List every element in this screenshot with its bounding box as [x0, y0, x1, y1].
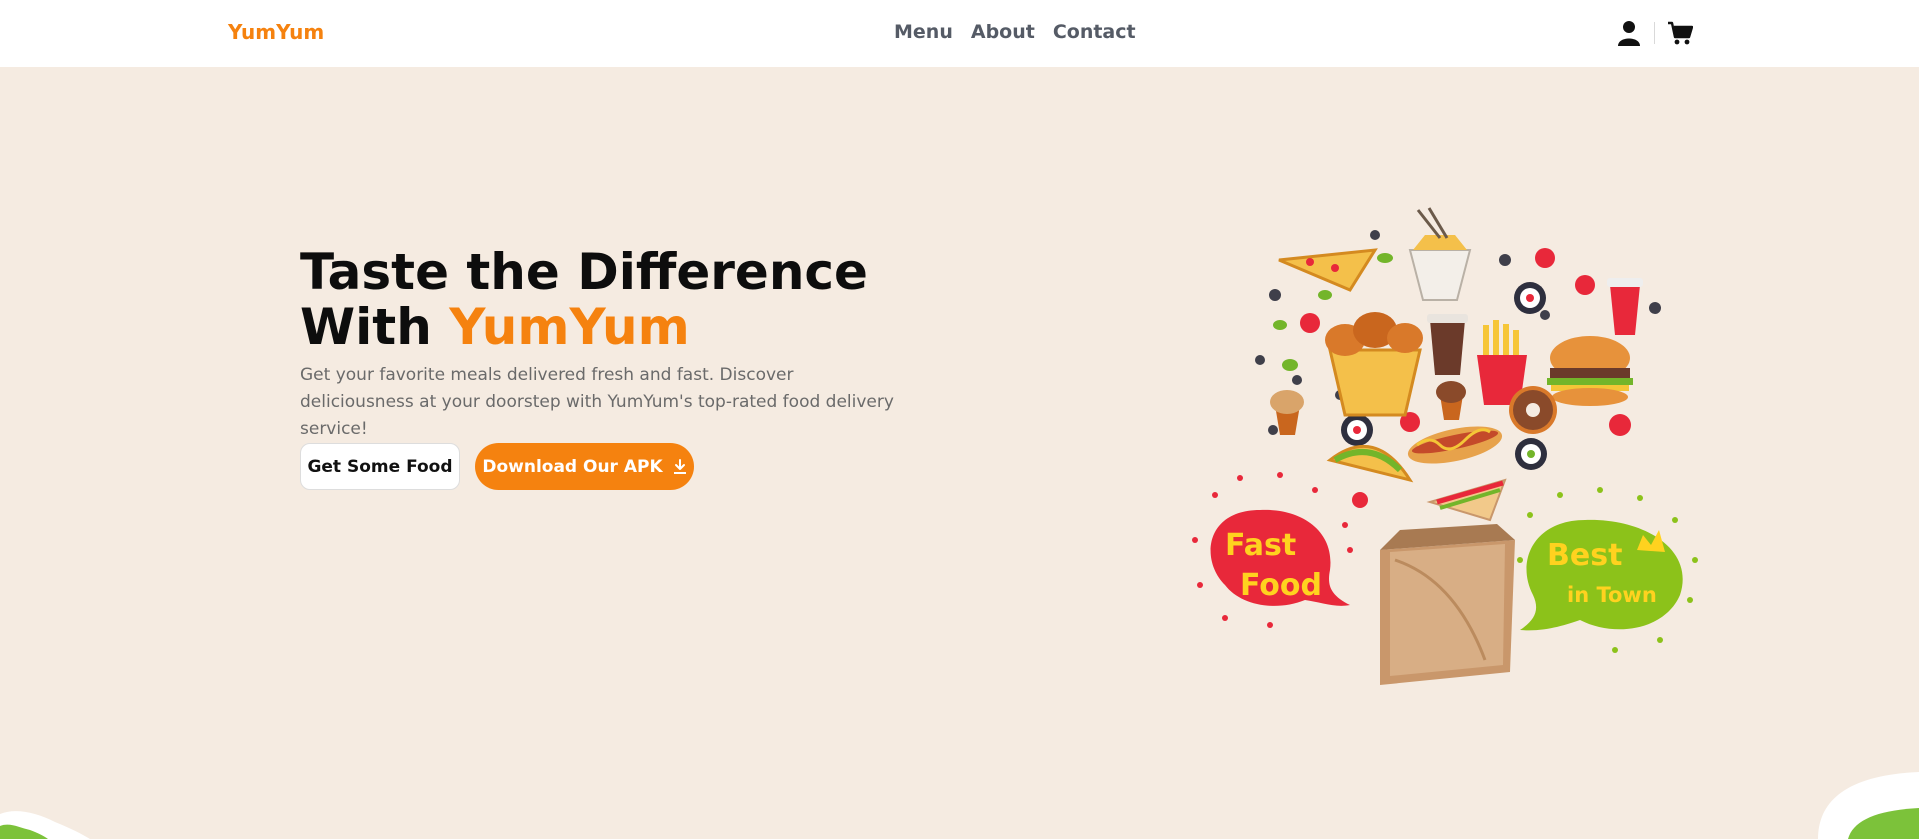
hero-title-prefix: With	[300, 298, 432, 356]
nav-links: Menu About Contact	[894, 21, 1136, 43]
hero-title-line1: Taste the Difference	[300, 243, 868, 301]
nav-link-about[interactable]: About	[971, 21, 1035, 43]
hero-title-brand: YumYum	[449, 298, 690, 356]
badge-in-town-text: in Town	[1567, 583, 1657, 607]
nav-divider	[1654, 22, 1655, 44]
download-apk-label: Download Our APK	[482, 456, 663, 477]
hero-subtitle: Get your favorite meals delivered fresh …	[300, 365, 894, 439]
cart-icon[interactable]	[1667, 20, 1694, 46]
nav-link-contact[interactable]: Contact	[1053, 21, 1136, 43]
badge-food-text: Food	[1240, 568, 1322, 603]
lettuce-decoration-left	[0, 811, 90, 839]
get-some-food-button[interactable]: Get Some Food	[300, 443, 460, 490]
brand-logo[interactable]: YumYum	[228, 20, 324, 44]
download-apk-button[interactable]: Download Our APK	[475, 443, 694, 490]
user-icon[interactable]	[1618, 20, 1640, 46]
lettuce-decoration-right	[1818, 772, 1919, 839]
badge-best-text: Best	[1547, 538, 1622, 573]
hero-title: Taste the Difference With YumYum	[300, 245, 920, 355]
best-in-town-badge: Best in Town	[1517, 487, 1698, 653]
nav-link-menu[interactable]: Menu	[894, 21, 953, 43]
download-icon	[673, 458, 686, 474]
navbar: YumYum Menu About Contact	[0, 0, 1919, 67]
fast-food-badge: Fast Food	[1192, 472, 1353, 628]
badge-fast-text: Fast	[1225, 528, 1296, 563]
food-illustration: Fast Food Best in Town	[1192, 207, 1698, 685]
